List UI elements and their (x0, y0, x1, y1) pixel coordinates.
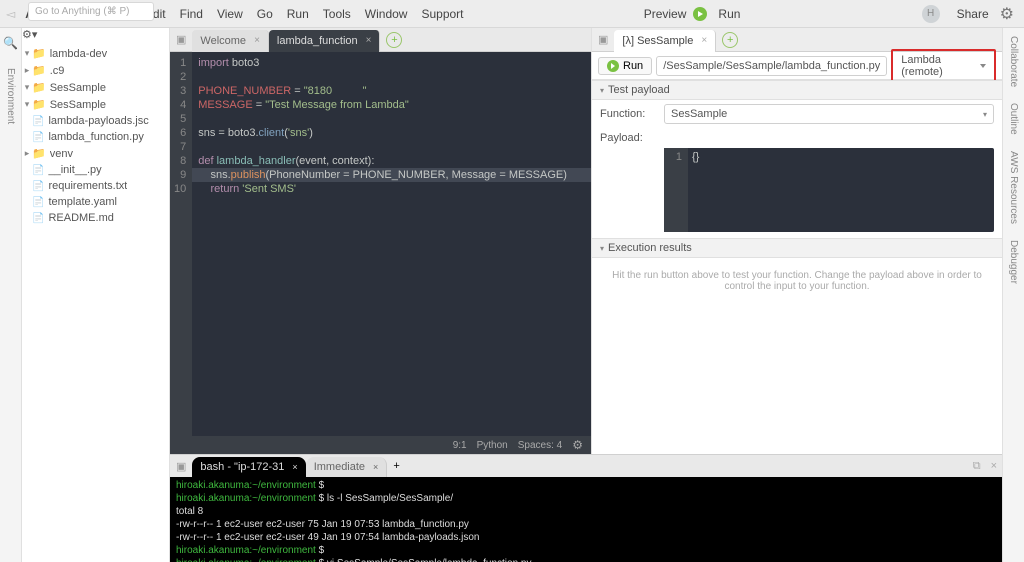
tab-welcome[interactable]: Welcome× (192, 30, 269, 52)
share-button[interactable]: Share (950, 7, 996, 21)
exec-results-placeholder: Hit the run button above to test your fu… (592, 258, 1002, 304)
section-test-payload[interactable]: Test payload (592, 80, 1002, 100)
top-run-button[interactable]: Run (711, 7, 747, 21)
run-icon[interactable] (693, 7, 707, 21)
maximize-icon[interactable]: ⧉ (968, 460, 986, 473)
right-rail: Collaborate Outline AWS Resources Debugg… (1002, 28, 1024, 562)
language-mode[interactable]: Python (477, 440, 508, 451)
command-path-input[interactable]: /SesSample/SesSample/lambda_function.py (656, 56, 887, 76)
close-icon[interactable]: × (292, 462, 297, 472)
line-gutter: 12345678910 (170, 52, 192, 436)
tree-venv[interactable]: ▸📁venv (22, 145, 169, 162)
lambda-run-pane: ▣ [λ] SesSample× + Run /SesSample/SesSam… (592, 28, 1002, 454)
run-button[interactable]: Run (598, 57, 652, 75)
terminal-tab-bash[interactable]: bash - "ip-172-31× (192, 457, 305, 477)
tab-panel-icon[interactable]: ▣ (592, 33, 614, 46)
tab-lambda-function[interactable]: lambda_function× (269, 30, 381, 52)
terminal-pane: ▣ bash - "ip-172-31× Immediate× + ⧉ × hi… (170, 454, 1002, 562)
rail-outline[interactable]: Outline (1008, 103, 1019, 135)
terminal-tab-immediate[interactable]: Immediate× (306, 457, 388, 477)
tree-lambda-func[interactable]: 📄lambda_function.py (22, 129, 169, 145)
close-panel-icon[interactable]: × (986, 460, 1002, 472)
terminal[interactable]: hiroaki.akanuma:~/environment $ hiroaki.… (170, 477, 1002, 562)
search-icon[interactable]: 🔍 (3, 36, 18, 50)
tree-sessample1[interactable]: ▾📁SesSample (22, 79, 169, 96)
menu-window[interactable]: Window (358, 7, 415, 21)
menu-view[interactable]: View (210, 7, 250, 21)
file-tree: ⚙▾ ▾📁lambda-dev ▸📁.c9 ▾📁SesSample ▾📁SesS… (22, 28, 170, 562)
tree-settings-icon[interactable]: ⚙▾ (22, 29, 37, 41)
tab-panel-icon[interactable]: ▣ (170, 460, 192, 473)
menu-find[interactable]: Find (173, 7, 210, 21)
goto-anything-input[interactable]: Go to Anything (⌘ P) (28, 2, 154, 21)
rail-debugger[interactable]: Debugger (1008, 240, 1019, 284)
play-icon (607, 60, 619, 72)
tree-root[interactable]: ▾📁lambda-dev (22, 45, 169, 62)
rail-collaborate[interactable]: Collaborate (1008, 36, 1019, 87)
new-tab-button[interactable]: + (722, 32, 738, 48)
new-terminal-button[interactable]: + (393, 460, 399, 472)
tree-init[interactable]: 📄__init__.py (22, 162, 169, 178)
function-select[interactable]: SesSample (664, 104, 994, 124)
avatar[interactable]: H (922, 5, 940, 23)
new-tab-button[interactable]: + (386, 32, 402, 48)
section-exec-results[interactable]: Execution results (592, 238, 1002, 258)
menu-run[interactable]: Run (280, 7, 316, 21)
cursor-position: 9:1 (453, 440, 467, 451)
editor-pane: ▣ Welcome× lambda_function× + 1234567891… (170, 28, 592, 454)
preview-button[interactable]: Preview (637, 7, 694, 21)
close-icon[interactable]: × (373, 462, 378, 472)
tree-c9[interactable]: ▸📁.c9 (22, 62, 169, 79)
runner-dropdown[interactable]: Lambda (remote) (891, 49, 996, 83)
left-rail: 🔍 Environment (0, 28, 22, 562)
menu-go[interactable]: Go (250, 7, 280, 21)
settings-gear-icon[interactable]: ⚙ (996, 4, 1018, 24)
editor-tabbar: ▣ Welcome× lambda_function× + (170, 28, 591, 52)
tree-template[interactable]: 📄template.yaml (22, 194, 169, 210)
close-icon[interactable]: × (254, 35, 260, 46)
menu-tools[interactable]: Tools (316, 7, 358, 21)
tree-requirements[interactable]: 📄requirements.txt (22, 178, 169, 194)
payload-editor[interactable]: 1 {} (664, 148, 994, 232)
tree-readme[interactable]: 📄README.md (22, 210, 169, 226)
status-gear-icon[interactable]: ⚙ (572, 438, 583, 452)
code-editor[interactable]: 12345678910 import boto3 PHONE_NUMBER = … (170, 52, 591, 436)
function-label: Function: (600, 108, 664, 120)
editor-statusbar: 9:1 Python Spaces: 4 ⚙ (170, 436, 591, 454)
menu-support[interactable]: Support (414, 7, 470, 21)
rail-aws-resources[interactable]: AWS Resources (1008, 151, 1019, 224)
tree-sessample2[interactable]: ▾📁SesSample (22, 96, 169, 113)
left-rail-environment[interactable]: Environment (5, 68, 16, 124)
payload-label: Payload: (600, 132, 664, 144)
indent-mode[interactable]: Spaces: 4 (518, 440, 562, 451)
tab-sessample-run[interactable]: [λ] SesSample× (614, 30, 716, 52)
close-icon[interactable]: × (701, 35, 707, 46)
tab-panel-icon[interactable]: ▣ (170, 33, 192, 46)
close-icon[interactable]: × (366, 35, 372, 46)
cloud-icon: ◅ (6, 7, 15, 21)
tree-payloads[interactable]: 📄lambda-payloads.jsc (22, 113, 169, 129)
